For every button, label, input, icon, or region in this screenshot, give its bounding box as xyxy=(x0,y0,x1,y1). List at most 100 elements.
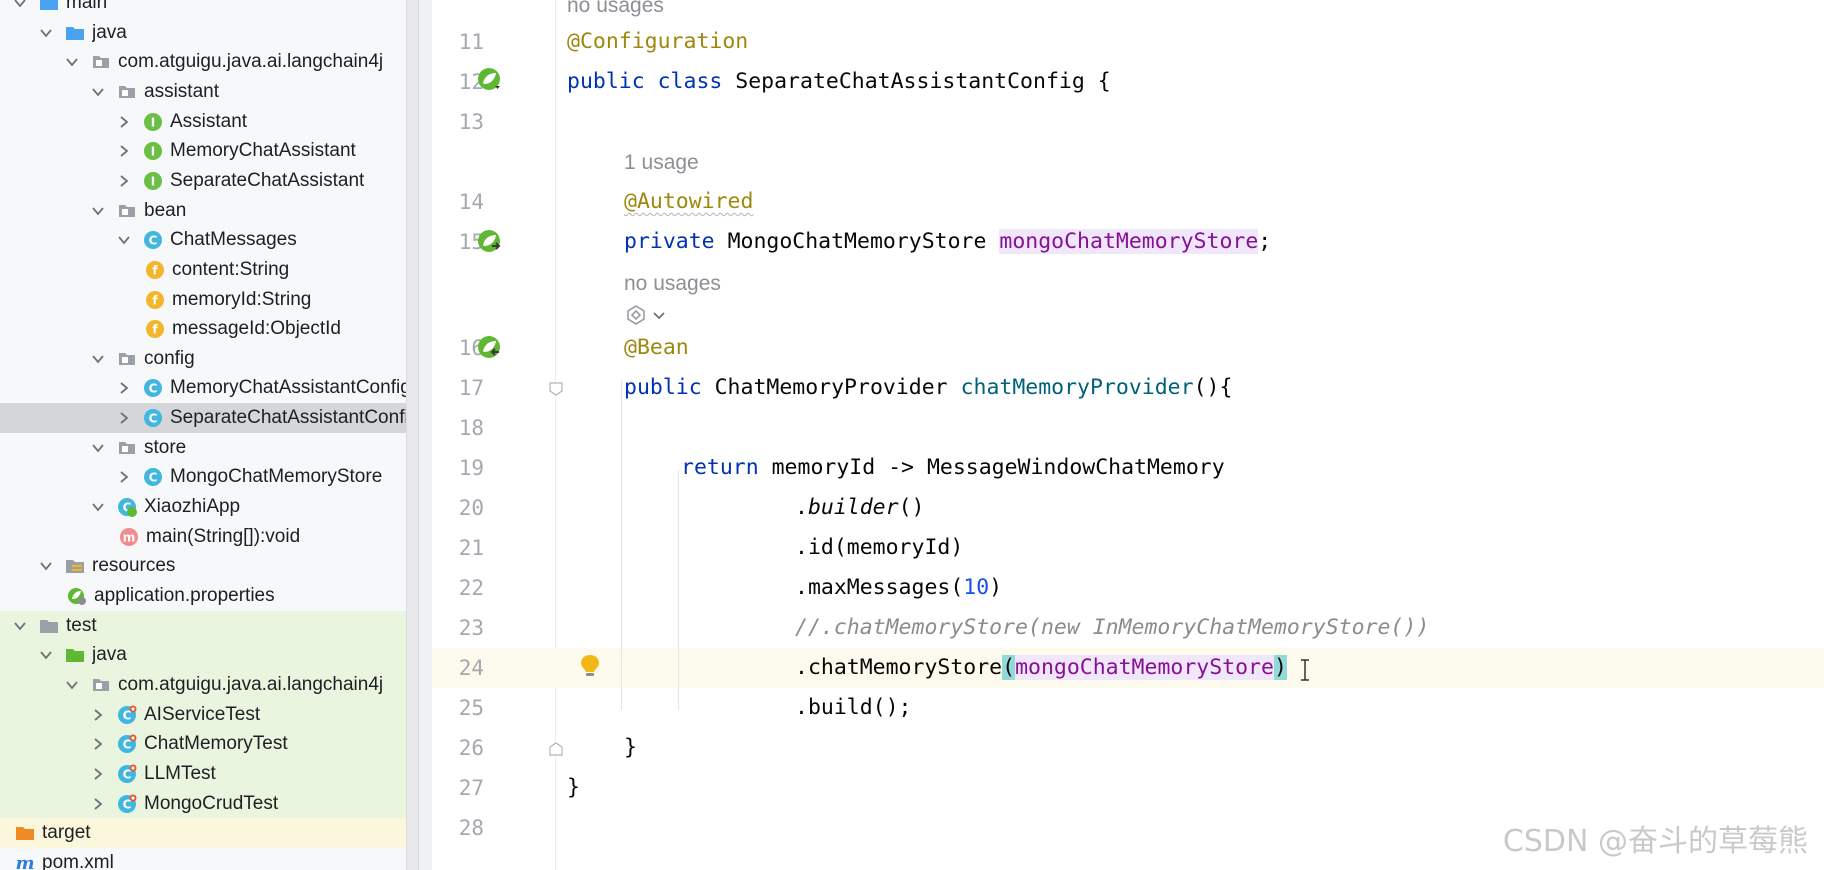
code-line-17[interactable]: public ChatMemoryProvider chatMemoryProv… xyxy=(624,368,1232,408)
panel-divider[interactable] xyxy=(418,0,432,870)
class-icon: C xyxy=(142,229,164,251)
chevron-right-icon[interactable] xyxy=(90,796,106,812)
code-line-19[interactable]: return memoryId -> MessageWindowChatMemo… xyxy=(681,448,1225,488)
spring-bean-gutter-icon[interactable] xyxy=(476,66,504,94)
chevron-right-icon[interactable] xyxy=(116,173,132,189)
class-declaration: SeparateChatAssistantConfig { xyxy=(735,69,1111,94)
folder-excluded-icon xyxy=(14,822,36,844)
tree-item-chatmemorytest[interactable]: C ChatMemoryTest xyxy=(0,729,418,760)
chevron-right-icon[interactable] xyxy=(90,707,106,723)
tree-item-messageid-objectid[interactable]: f messageId:ObjectId xyxy=(0,314,418,344)
code-editor[interactable] xyxy=(556,0,1824,870)
chevron-right-icon[interactable] xyxy=(116,143,132,159)
tree-item-aiservicetest[interactable]: C AIServiceTest xyxy=(0,699,418,730)
tree-item-pom-xml[interactable]: m pom.xml xyxy=(0,848,418,870)
chevron-down-icon[interactable] xyxy=(12,0,28,11)
tree-item-memorychatassistantconfig[interactable]: C MemoryChatAssistantConfig xyxy=(0,373,418,403)
tree-item-separatechatassistant[interactable]: I SeparateChatAssistant xyxy=(0,166,418,196)
method-name: chatMemoryProvider xyxy=(960,375,1194,400)
tree-item-assistant[interactable]: I Assistant xyxy=(0,107,418,137)
chevron-down-icon[interactable] xyxy=(90,351,106,367)
tree-item-memoryid-string[interactable]: f memoryId:String xyxy=(0,285,418,315)
code-line-11[interactable]: @Configuration xyxy=(567,22,748,62)
ai-assistant-icon xyxy=(627,305,645,325)
tree-item-test[interactable]: test xyxy=(0,610,418,641)
code-line-26[interactable]: } xyxy=(624,728,637,768)
tree-item-resources[interactable]: resources xyxy=(0,551,418,581)
chevron-right-icon[interactable] xyxy=(116,380,132,396)
chevron-right-icon[interactable] xyxy=(116,410,132,426)
tree-item-assistant[interactable]: assistant xyxy=(0,77,418,107)
tree-item-label: LLMTest xyxy=(144,762,216,784)
tree-scrollbar[interactable] xyxy=(406,0,418,870)
usages-hint[interactable]: no usages xyxy=(567,0,664,21)
tree-item-main-string-void[interactable]: m main(String[]):void xyxy=(0,522,418,552)
tree-item-mongochatmemorystore[interactable]: C MongoChatMemoryStore xyxy=(0,462,418,492)
chevron-right-icon[interactable] xyxy=(116,114,132,130)
chevron-down-icon[interactable] xyxy=(90,440,106,456)
chevron-down-icon[interactable] xyxy=(64,677,80,693)
tree-item-mongocrudtest[interactable]: C MongoCrudTest xyxy=(0,788,418,819)
code-line-27[interactable]: } xyxy=(567,768,580,808)
tree-item-content-string[interactable]: f content:String xyxy=(0,255,418,285)
tree-item-target[interactable]: target xyxy=(0,818,418,849)
tree-item-com-atguigu-java-ai-langchain4j[interactable]: com.atguigu.java.ai.langchain4j xyxy=(0,47,418,77)
fold-marker-icon[interactable] xyxy=(548,741,564,757)
code-line-14[interactable]: @Autowired xyxy=(624,182,753,222)
chevron-down-icon[interactable] xyxy=(38,25,54,41)
usages-hint[interactable]: 1 usage xyxy=(624,148,699,178)
tree-item-llmtest[interactable]: C LLMTest xyxy=(0,758,418,789)
chevron-right-icon[interactable] xyxy=(90,736,106,752)
ai-assist-hint[interactable] xyxy=(624,302,666,328)
tree-item-store[interactable]: store xyxy=(0,433,418,463)
tree-item-java[interactable]: java xyxy=(0,640,418,671)
tree-item-config[interactable]: config xyxy=(0,344,418,374)
tree-item-main[interactable]: main xyxy=(0,0,418,18)
line-number: 18 xyxy=(458,416,484,440)
svg-text:C: C xyxy=(149,471,158,485)
chevron-right-icon[interactable] xyxy=(90,766,106,782)
chevron-down-icon[interactable] xyxy=(116,232,132,248)
chevron-down-icon[interactable] xyxy=(38,647,54,663)
tree-item-separatechatassistantconfig[interactable]: C SeparateChatAssistantConfig xyxy=(0,403,418,434)
field-icon: f xyxy=(144,259,166,281)
line-number: 21 xyxy=(458,536,484,560)
chevron-down-icon[interactable] xyxy=(64,54,80,70)
chevron-down-icon[interactable] xyxy=(90,203,106,219)
keyword: return xyxy=(681,455,772,480)
tree-item-com-atguigu-java-ai-langchain4j[interactable]: com.atguigu.java.ai.langchain4j xyxy=(0,669,418,700)
tree-item-memorychatassistant[interactable]: I MemoryChatAssistant xyxy=(0,136,418,166)
static-call: builder xyxy=(807,495,899,520)
code-line-22[interactable]: .maxMessages(10) xyxy=(795,568,1002,608)
chevron-down-icon[interactable] xyxy=(90,499,106,515)
tree-item-bean[interactable]: bean xyxy=(0,196,418,226)
code-line-25[interactable]: .build(); xyxy=(795,688,912,728)
lightbulb-icon[interactable] xyxy=(576,652,604,680)
code-line-21[interactable]: .id(memoryId) xyxy=(795,528,963,568)
folder-plain-icon xyxy=(38,615,60,637)
chevron-down-icon[interactable] xyxy=(38,558,54,574)
code-line-20[interactable]: .builder() xyxy=(795,488,924,528)
code-line-15[interactable]: private MongoChatMemoryStore mongoChatMe… xyxy=(624,222,1271,262)
code-line-16[interactable]: @Bean xyxy=(624,328,689,368)
chevron-down-icon[interactable] xyxy=(90,84,106,100)
tree-item-label: MemoryChatAssistant xyxy=(170,140,356,162)
tree-item-xiaozhiapp[interactable]: C XiaozhiApp xyxy=(0,492,418,522)
code-line-12[interactable]: public class SeparateChatAssistantConfig… xyxy=(567,62,1111,102)
number-literal: 10 xyxy=(963,575,990,600)
tree-item-label: com.atguigu.java.ai.langchain4j xyxy=(118,51,384,73)
tree-item-java[interactable]: java xyxy=(0,18,418,48)
bean-method-gutter-icon[interactable] xyxy=(476,334,504,362)
code-line-23[interactable]: //.chatMemoryStore(new InMemoryChatMemor… xyxy=(795,608,1429,648)
code-line-24[interactable]: .chatMemoryStore(mongoChatMemoryStore) xyxy=(795,648,1287,688)
autowired-navigate-gutter-icon[interactable] xyxy=(476,228,504,256)
folder-source-icon xyxy=(64,22,86,44)
usages-hint[interactable]: no usages xyxy=(624,269,721,299)
tree-item-label: target xyxy=(42,822,91,844)
tree-item-chatmessages[interactable]: C ChatMessages xyxy=(0,225,418,255)
chevron-down-icon[interactable] xyxy=(12,618,28,634)
tree-item-application-properties[interactable]: application.properties xyxy=(0,581,418,611)
line-number: 20 xyxy=(458,496,484,520)
chevron-right-icon[interactable] xyxy=(116,469,132,485)
fold-marker-icon[interactable] xyxy=(548,381,564,397)
